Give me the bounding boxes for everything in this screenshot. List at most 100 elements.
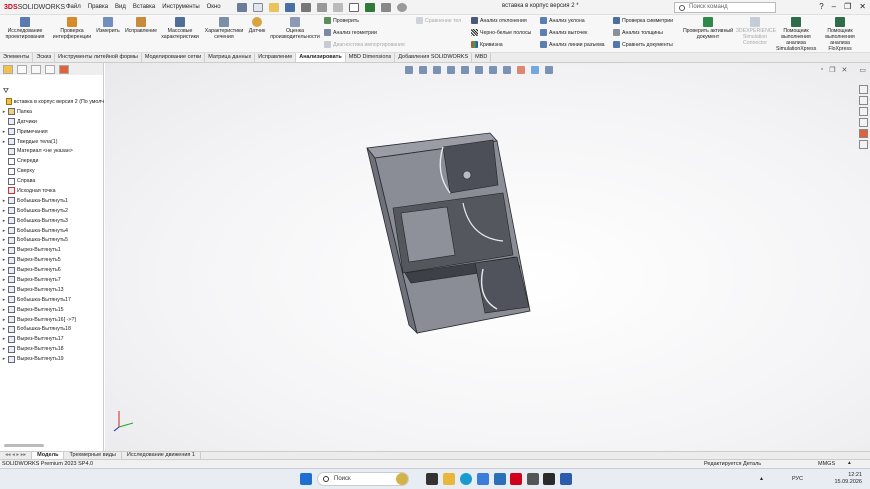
tree-item[interactable]: ▸ Примечания xyxy=(0,127,104,137)
expand-arrow[interactable]: ▸ xyxy=(0,326,8,332)
store-icon[interactable] xyxy=(477,473,489,485)
performance-evaluation-button[interactable]: Оценка производительности xyxy=(270,17,320,40)
units-chevron-icon[interactable]: ▴ xyxy=(848,460,851,466)
floxpress-button[interactable]: Помощник выполнения анализа FloXpress xyxy=(818,17,862,52)
measure-button[interactable]: Измерить xyxy=(96,17,120,34)
feature-manager-tab-icon[interactable] xyxy=(3,65,13,74)
display-manager-tab-icon[interactable] xyxy=(59,65,69,74)
tree-item[interactable]: Исходная точка xyxy=(0,186,104,196)
tree-item[interactable]: Датчики xyxy=(0,117,104,127)
tab-mbd[interactable]: MBD xyxy=(472,53,492,62)
undercut-analysis-button[interactable]: Анализ выточек xyxy=(540,29,587,36)
menu-tools[interactable]: Инструменты xyxy=(162,4,199,10)
menu-insert[interactable]: Вставка xyxy=(133,4,155,10)
tab-evaluate[interactable]: Анализировать xyxy=(296,53,346,62)
tree-item[interactable]: ▸ Бобышка-Вытянуть3 xyxy=(0,216,104,226)
unit-system[interactable]: MMGS xyxy=(818,461,835,467)
tray-arrow-icon[interactable]: ▴ xyxy=(760,475,763,482)
options-gear-icon[interactable] xyxy=(396,2,407,12)
expand-arrow[interactable]: ▸ xyxy=(0,346,8,352)
open-folder-icon[interactable] xyxy=(268,2,279,12)
tree-item[interactable]: ▸ Вырез-Вытянуть6 xyxy=(0,265,104,275)
expand-arrow[interactable]: ▸ xyxy=(0,267,8,273)
tree-item[interactable]: ▸ Бобышка-Вытянуть2 xyxy=(0,206,104,216)
tree-root-part[interactable]: вставка в корпус версия 2 (По умолч xyxy=(0,97,104,107)
save-icon[interactable] xyxy=(284,2,295,12)
solidworks-logo[interactable]: 3DSSOLIDWORKS xyxy=(4,4,65,11)
tab-repair[interactable]: Исправление xyxy=(255,53,297,62)
menu-file[interactable]: Файл xyxy=(66,4,81,10)
widgets-icon[interactable] xyxy=(396,473,408,485)
expand-arrow[interactable]: ▸ xyxy=(0,297,8,303)
expand-arrow[interactable]: ▸ xyxy=(0,317,8,323)
menu-edit[interactable]: Правка xyxy=(88,4,108,10)
expand-arrow[interactable]: ▸ xyxy=(0,218,8,224)
expand-arrow[interactable]: ▸ xyxy=(0,228,8,234)
calculator-icon[interactable] xyxy=(527,473,539,485)
repair-button[interactable]: Исправление xyxy=(124,17,158,34)
tree-item[interactable]: Сверху xyxy=(0,166,104,176)
geometry-analysis-button[interactable]: Анализ геометрии xyxy=(324,29,377,36)
deviation-analysis-button[interactable]: Анализ отклонения xyxy=(471,17,527,24)
expand-arrow[interactable]: ▸ xyxy=(0,109,8,115)
tab-sketch[interactable]: Эскиз xyxy=(33,53,56,62)
simulation-connector-button[interactable]: 3DEXPERIENCE Simulation Connector xyxy=(736,17,776,46)
redo-icon[interactable] xyxy=(332,2,343,12)
tree-item[interactable]: ▸ Бобышка-Вытянуть5 xyxy=(0,235,104,245)
tree-item[interactable]: ▸ Вырез-Вытянуть15 xyxy=(0,305,104,315)
tree-item[interactable]: ▸ Вырез-Вытянуть16[ ->?] xyxy=(0,315,104,325)
tab-motion-study[interactable]: Исследование движения 1 xyxy=(122,452,201,459)
close-button[interactable]: ✕ xyxy=(859,2,866,11)
solidworks-taskbar-icon[interactable] xyxy=(510,473,522,485)
mass-properties-button[interactable]: Массовые характеристики xyxy=(160,17,200,40)
3d-model[interactable] xyxy=(105,63,870,451)
menu-window[interactable]: Окно xyxy=(207,4,221,10)
expand-arrow[interactable]: ▸ xyxy=(0,198,8,204)
search-commands-input[interactable]: Поиск команд xyxy=(674,2,776,13)
expand-arrow[interactable]: ▸ xyxy=(0,247,8,253)
mail-icon[interactable] xyxy=(494,473,506,485)
select-arrow-icon[interactable] xyxy=(348,2,359,12)
expand-arrow[interactable]: ▸ xyxy=(0,307,8,313)
zebra-stripes-button[interactable]: Черно-белые полосы xyxy=(471,29,531,36)
configuration-manager-tab-icon[interactable] xyxy=(31,65,41,74)
expand-arrow[interactable]: ▸ xyxy=(0,237,8,243)
draft-analysis-button[interactable]: Анализ уклона xyxy=(540,17,585,24)
tab-mbd-dimensions[interactable]: MBD Dimensions xyxy=(346,53,396,62)
edge-icon[interactable] xyxy=(460,473,472,485)
symmetry-check-button[interactable]: Проверка симметрии xyxy=(613,17,673,24)
expand-arrow[interactable]: ▸ xyxy=(0,208,8,214)
tree-item[interactable]: ▸ Вырез-Вытянуть18 xyxy=(0,344,104,354)
help-icon[interactable]: ? xyxy=(819,2,823,11)
expand-arrow[interactable]: ▸ xyxy=(0,336,8,342)
import-diagnostics-button[interactable]: Диагностика импортирования xyxy=(324,41,405,48)
simulationxpress-button[interactable]: Помощник выполнения анализа SimulationXp… xyxy=(776,17,816,52)
file-properties-icon[interactable] xyxy=(380,2,391,12)
tree-item[interactable]: ▸ Бобышка-Вытянуть18 xyxy=(0,324,104,334)
rebuild-icon[interactable] xyxy=(364,2,375,12)
tree-item[interactable]: ▸ Бобышка-Вытянуть4 xyxy=(0,226,104,236)
check-button[interactable]: Проверить xyxy=(324,17,359,24)
restore-button[interactable]: ❐ xyxy=(844,2,851,11)
tree-item[interactable]: ▸ Бобышка-Вытянуть17 xyxy=(0,295,104,305)
tree-item[interactable]: ▸ Вырез-Вытянуть13 xyxy=(0,285,104,295)
tab-3d-views[interactable]: Трехмерные виды xyxy=(64,452,122,459)
horizontal-scrollbar[interactable] xyxy=(4,444,44,447)
home-icon[interactable] xyxy=(236,2,247,12)
windows-start-icon[interactable] xyxy=(300,473,312,485)
expand-arrow[interactable]: ▸ xyxy=(0,129,8,135)
print-icon[interactable] xyxy=(300,2,311,12)
check-active-document-button[interactable]: Проверить активный документ xyxy=(682,17,734,40)
tab-mesh-modeling[interactable]: Моделирование сетки xyxy=(142,53,206,62)
property-manager-tab-icon[interactable] xyxy=(17,65,27,74)
tab-nav-arrows[interactable]: ◂◂ ◂ ▸ ▸▸ xyxy=(0,452,33,459)
expand-arrow[interactable]: ▸ xyxy=(0,356,8,362)
language-indicator[interactable]: РУС xyxy=(792,476,803,482)
expand-arrow[interactable]: ▸ xyxy=(0,277,8,283)
new-document-icon[interactable] xyxy=(252,2,263,12)
design-study-button[interactable]: Исследование проектирования xyxy=(4,17,46,40)
dimxpert-manager-tab-icon[interactable] xyxy=(45,65,55,74)
thickness-analysis-button[interactable]: Анализ толщины xyxy=(613,29,663,36)
compare-documents-button[interactable]: Сравнить документы xyxy=(613,41,673,48)
tree-item[interactable]: ▸ Твердые тела(1) xyxy=(0,137,104,147)
